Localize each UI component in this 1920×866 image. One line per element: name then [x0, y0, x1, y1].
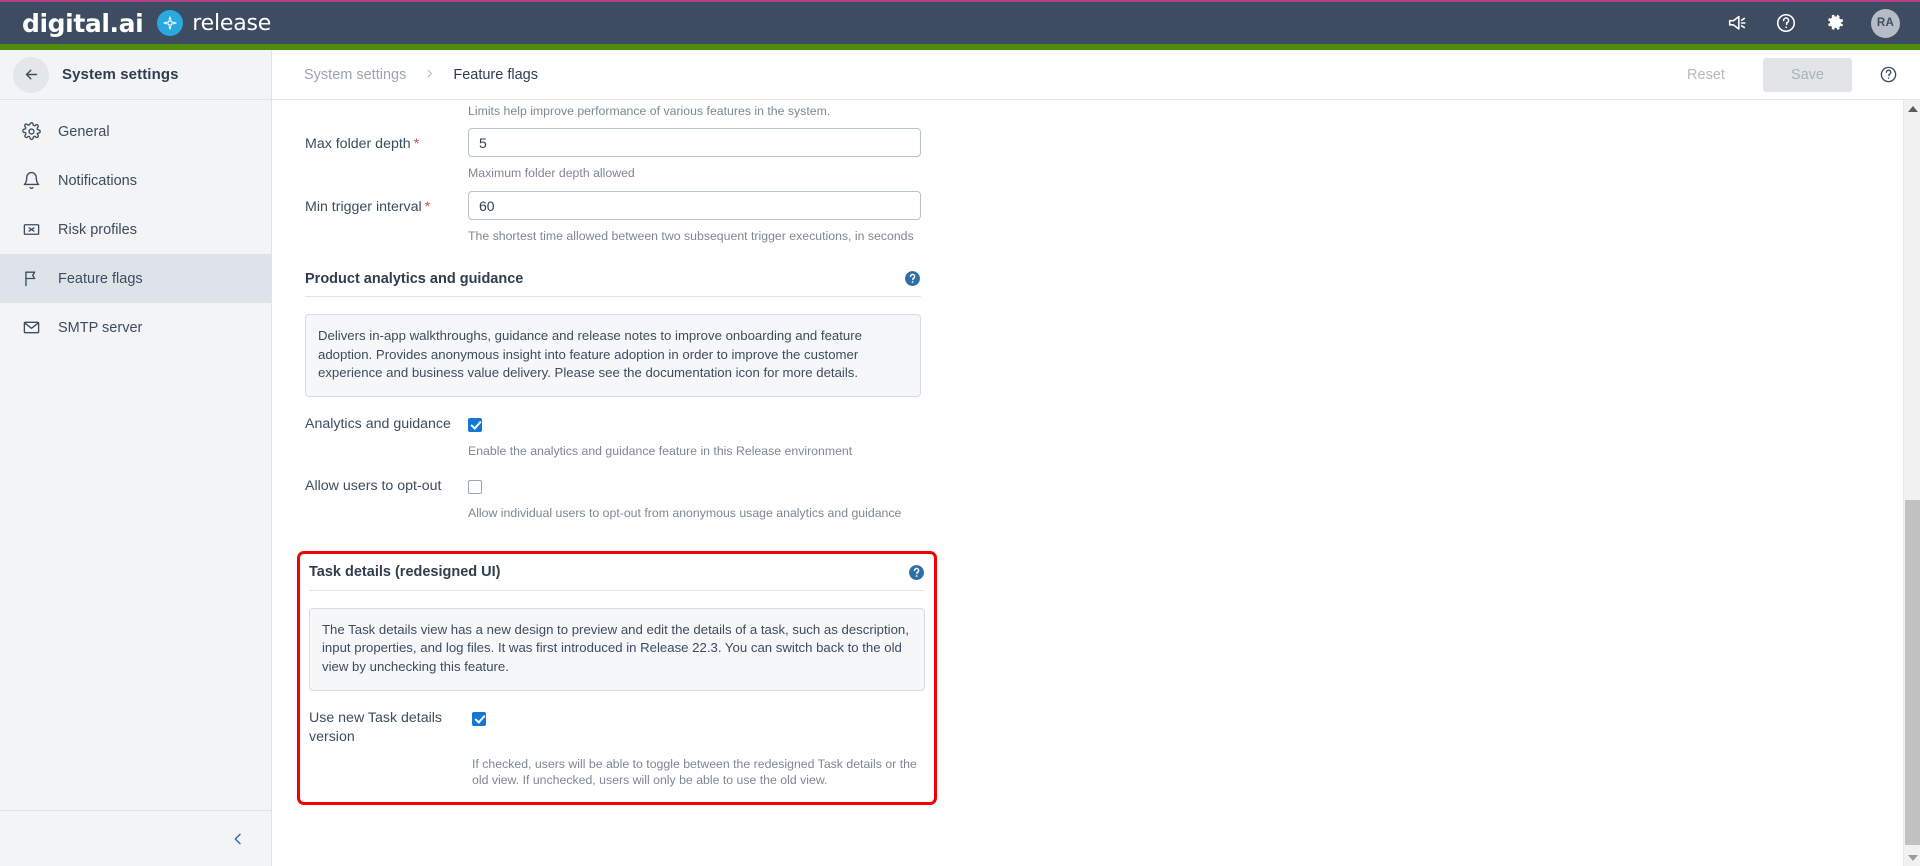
settings-scroll-area: Limits help improve performance of vario…	[272, 100, 1903, 866]
field-min-trigger-interval: Min trigger interval* The shortest time …	[305, 191, 1903, 244]
help-circle-filled-icon[interactable]	[904, 270, 921, 287]
sidebar-item-label: Risk profiles	[58, 221, 137, 238]
scroll-up-button[interactable]	[1904, 100, 1920, 117]
breadcrumb-current: Feature flags	[453, 66, 538, 83]
field-label: Min trigger interval *	[305, 191, 468, 217]
section-header: Task details (redesigned UI)	[309, 564, 925, 591]
help-icon[interactable]	[1773, 10, 1799, 36]
field-label-text: Max folder depth	[305, 136, 411, 152]
gear-icon[interactable]	[1822, 10, 1848, 36]
checkbox-label: Use new Task details version	[309, 709, 443, 745]
brand-logo[interactable]: digital.ai release	[22, 10, 271, 36]
checkbox-label: Analytics and guidance	[305, 415, 451, 432]
field-label-text: Min trigger interval	[305, 199, 422, 215]
required-marker: *	[424, 199, 431, 215]
field-help-text: Maximum folder depth allowed	[468, 166, 635, 180]
sidebar: System settings General Notifications Ri…	[0, 50, 272, 866]
sidebar-nav: General Notifications Risk profiles Feat…	[0, 100, 271, 352]
section-product-analytics: Product analytics and guidance Delivers …	[305, 270, 921, 521]
analytics-and-guidance-checkbox[interactable]	[468, 417, 482, 432]
help-circle-filled-icon[interactable]	[908, 564, 925, 581]
bell-icon	[22, 171, 46, 191]
release-logo-icon	[157, 10, 184, 36]
field-max-folder-depth: Max folder depth* Maximum folder depth a…	[305, 128, 1903, 181]
sidebar-footer	[0, 810, 271, 866]
sidebar-item-risk-profiles[interactable]: Risk profiles	[0, 205, 271, 254]
scroll-down-button[interactable]	[1904, 849, 1920, 866]
required-marker: *	[413, 136, 420, 152]
section-task-details: Task details (redesigned UI) The Task de…	[309, 564, 925, 788]
sidebar-item-smtp-server[interactable]: SMTP server	[0, 303, 271, 352]
highlight-box-task-details: Task details (redesigned UI) The Task de…	[297, 550, 937, 805]
field-control: The shortest time allowed between two su…	[468, 191, 1903, 244]
content-header: System settings Feature flags Reset Save	[272, 50, 1920, 100]
chevron-left-icon[interactable]	[227, 828, 249, 850]
limits-helper-text: Limits help improve performance of vario…	[468, 104, 831, 118]
sidebar-item-label: Notifications	[58, 172, 137, 189]
checkbox-row-analytics-and-guidance: Analytics and guidance	[305, 415, 921, 434]
max-folder-depth-input[interactable]	[468, 128, 921, 157]
task-details-info-box: The Task details view has a new design t…	[309, 607, 925, 691]
envelope-icon	[22, 318, 46, 338]
top-bar-actions: RA	[1724, 8, 1900, 38]
min-trigger-interval-input[interactable]	[468, 191, 921, 220]
gear-icon	[22, 122, 46, 142]
sidebar-header: System settings	[0, 50, 271, 100]
breadcrumb-parent[interactable]: System settings	[304, 67, 406, 83]
flag-icon	[22, 269, 46, 289]
allow-users-opt-out-checkbox[interactable]	[468, 479, 482, 494]
top-bar: digital.ai release RA	[0, 0, 1920, 44]
section-header: Product analytics and guidance	[305, 270, 921, 297]
sidebar-item-feature-flags[interactable]: Feature flags	[0, 254, 271, 303]
checkbox-help-text: Allow individual users to opt-out from a…	[468, 505, 902, 520]
field-help-text: The shortest time allowed between two su…	[468, 229, 914, 243]
section-title: Product analytics and guidance	[305, 270, 524, 287]
avatar[interactable]: RA	[1871, 8, 1900, 38]
checkbox-label: Allow users to opt-out	[305, 477, 442, 494]
sidebar-item-notifications[interactable]: Notifications	[0, 156, 271, 205]
checkbox-help-text: Enable the analytics and guidance featur…	[468, 443, 853, 458]
scrollbar-thumb[interactable]	[1905, 500, 1920, 845]
sidebar-item-label: Feature flags	[58, 270, 143, 287]
chevron-right-icon	[424, 67, 435, 83]
brand-secondary-text: release	[192, 10, 272, 36]
megaphone-icon[interactable]	[1724, 10, 1750, 36]
field-control: Maximum folder depth allowed	[468, 128, 1903, 181]
section-title: Task details (redesigned UI)	[309, 564, 501, 581]
brand-primary-text: digital.ai	[22, 8, 144, 38]
field-label: Max folder depth *	[305, 128, 468, 154]
sidebar-item-label: General	[58, 123, 110, 140]
help-circle-icon[interactable]	[1878, 65, 1898, 85]
triangle-down-icon	[1907, 854, 1918, 861]
sidebar-item-label: SMTP server	[58, 319, 143, 336]
checkbox-help-text: If checked, users will be able to toggle…	[472, 756, 917, 787]
feature-flags-form: Limits help improve performance of vario…	[272, 100, 1903, 805]
checkbox-row-use-new-task-details: Use new Task details version	[309, 709, 925, 747]
triangle-up-icon	[1907, 105, 1918, 112]
arrow-left-icon[interactable]	[13, 56, 49, 93]
vertical-scrollbar[interactable]	[1903, 100, 1920, 866]
header-actions: Reset Save	[1667, 57, 1898, 92]
save-button[interactable]: Save	[1762, 57, 1852, 92]
analytics-info-box: Delivers in-app walkthroughs, guidance a…	[305, 314, 921, 397]
use-new-task-details-checkbox[interactable]	[472, 711, 486, 726]
reset-button[interactable]: Reset	[1667, 59, 1745, 91]
sidebar-title: System settings	[62, 66, 179, 83]
risk-profile-icon	[22, 220, 46, 240]
checkbox-row-allow-users-to-opt-out: Allow users to opt-out	[305, 477, 921, 496]
sidebar-item-general[interactable]: General	[0, 107, 271, 156]
